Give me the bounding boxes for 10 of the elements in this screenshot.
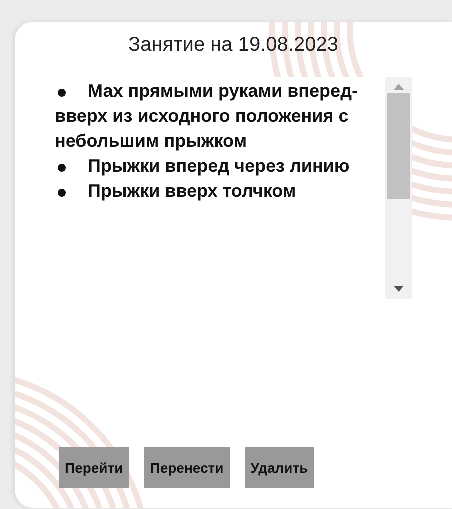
action-button[interactable]: Перейти [59, 447, 130, 488]
exercise-item: Прыжки вверх толчком [55, 179, 360, 204]
scroll-down-arrow-icon[interactable] [394, 285, 404, 293]
exercise-item: Прыжки вперед через линию [55, 154, 360, 179]
action-button[interactable]: Удалить [244, 447, 314, 488]
scrollbar[interactable] [385, 77, 412, 299]
lesson-title: Занятие на 19.08.2023 [128, 34, 338, 57]
scroll-up-arrow-icon[interactable] [394, 83, 404, 91]
action-button[interactable]: Перенести [144, 447, 230, 488]
exercise-item: Мах прямыми руками вперед-вверх из исходного положения с небольшим прыжком [55, 80, 359, 153]
